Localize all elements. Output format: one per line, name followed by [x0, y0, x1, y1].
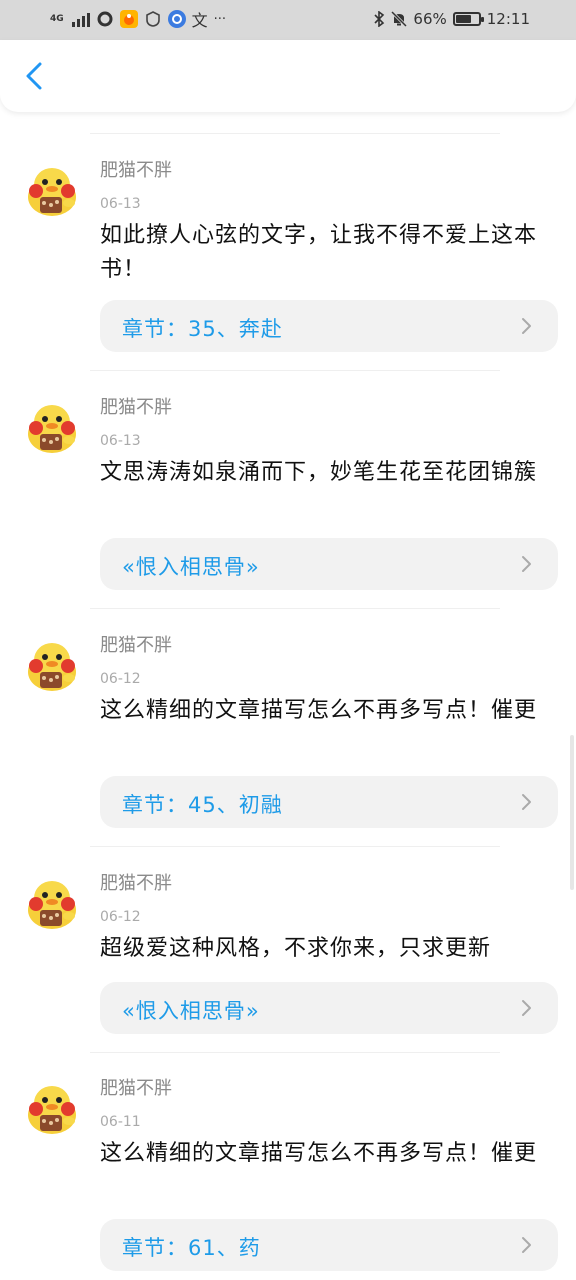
duck-avatar-icon — [28, 881, 76, 929]
chapter-link-card[interactable]: 章节：35、奔赴 — [100, 300, 558, 352]
user-name[interactable]: 肥猫不胖 — [100, 393, 172, 419]
battery-icon — [452, 12, 484, 26]
list-divider — [90, 1052, 500, 1053]
user-name[interactable]: 肥猫不胖 — [100, 1074, 172, 1100]
status-bar: 4G 文 ··· 66% 12:11 — [0, 0, 576, 40]
user-avatar[interactable] — [24, 163, 80, 219]
app-blue-icon — [167, 10, 186, 28]
chapter-link-label: «恨入相思骨» — [122, 999, 260, 1023]
back-button[interactable] — [16, 58, 52, 94]
user-avatar[interactable] — [24, 638, 80, 694]
user-name[interactable]: 肥猫不胖 — [100, 631, 172, 657]
chevron-left-icon — [26, 62, 42, 90]
chevron-right-icon — [522, 556, 531, 572]
bluetooth-icon — [373, 10, 385, 28]
chapter-link-card[interactable]: «恨入相思骨» — [100, 538, 558, 590]
battery-percent: 66% — [413, 10, 447, 28]
user-avatar[interactable] — [24, 876, 80, 932]
chapter-link-label: 章节：61、药 — [122, 1236, 261, 1260]
duck-avatar-icon — [28, 643, 76, 691]
top-nav-bar — [0, 40, 576, 112]
comment-text: 如此撩人心弦的文字，让我不得不爱上这本书！ — [100, 223, 538, 282]
user-name[interactable]: 肥猫不胖 — [100, 156, 172, 182]
chapter-link-label: 章节：45、初融 — [122, 793, 283, 817]
duck-avatar-icon — [28, 168, 76, 216]
chevron-right-icon — [522, 318, 531, 334]
app-orange-icon — [119, 10, 138, 28]
list-divider — [90, 133, 500, 134]
app-shield-icon — [144, 10, 162, 28]
list-divider — [90, 608, 500, 609]
mute-icon — [391, 10, 408, 28]
list-divider — [90, 846, 500, 847]
comment-date: 06-11 — [100, 1114, 141, 1130]
network-label: 4G — [50, 14, 64, 24]
chapter-link-label: «恨入相思骨» — [122, 555, 260, 579]
comment-date: 06-12 — [100, 909, 141, 925]
chevron-right-icon — [522, 794, 531, 810]
chapter-link-card[interactable]: «恨入相思骨» — [100, 982, 558, 1034]
duck-avatar-icon — [28, 405, 76, 453]
chapter-link-card[interactable]: 章节：45、初融 — [100, 776, 558, 828]
chevron-right-icon — [522, 1000, 531, 1016]
comment-date: 06-13 — [100, 196, 141, 212]
user-avatar[interactable] — [24, 1081, 80, 1137]
chapter-link-card[interactable]: 章节：61、药 — [100, 1219, 558, 1271]
user-name[interactable]: 肥猫不胖 — [100, 869, 172, 895]
comment-date: 06-13 — [100, 433, 141, 449]
comment-text: 超级爱这种风格，不求你来，只求更新 — [100, 936, 492, 961]
comment-date: 06-12 — [100, 671, 141, 687]
list-divider — [90, 370, 500, 371]
duck-avatar-icon — [28, 1086, 76, 1134]
more-icon: ··· — [213, 11, 227, 27]
clock: 12:11 — [486, 10, 530, 28]
circle-app-icon — [96, 10, 114, 28]
chapter-link-label: 章节：35、奔赴 — [122, 317, 283, 341]
comment-text: 文思涛涛如泉涌而下，妙笔生花至花团锦簇 — [100, 460, 538, 485]
translate-icon: 文 — [191, 11, 208, 30]
comment-text: 这么精细的文章描写怎么不再多写点！催更 — [100, 1141, 538, 1166]
comment-text: 这么精细的文章描写怎么不再多写点！催更 — [100, 698, 538, 723]
signal-icon — [71, 11, 90, 27]
chevron-right-icon — [522, 1237, 531, 1253]
scrollbar[interactable] — [570, 735, 574, 890]
user-avatar[interactable] — [24, 400, 80, 456]
